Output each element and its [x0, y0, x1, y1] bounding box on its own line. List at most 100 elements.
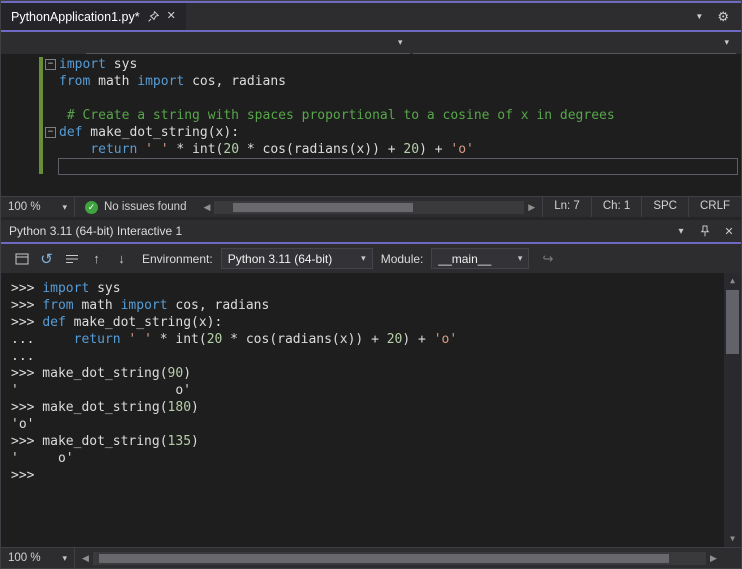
code-line[interactable]: − def make_dot_string(x): — [1, 124, 741, 141]
code-token: return — [90, 142, 138, 157]
status-column-number[interactable]: Ch: 1 — [590, 197, 642, 217]
code-line[interactable]: from math import cos, radians — [1, 73, 741, 90]
code-token: math — [90, 74, 138, 89]
status-line-number[interactable]: Ln: 7 — [542, 197, 591, 217]
interactive-window-title: Python 3.11 (64-bit) Interactive 1 — [9, 224, 183, 238]
code-token: ' ' — [128, 332, 152, 347]
code-line[interactable]: ... — [1, 348, 741, 365]
code-line[interactable]: ' o' — [1, 382, 741, 399]
code-line[interactable]: # Create a string with spaces proportion… — [1, 107, 741, 124]
repl-status-bar: 100 % ▾ ◀ ▶ — [1, 547, 741, 568]
pin-window-icon[interactable] — [693, 220, 717, 242]
scroll-right-icon[interactable]: ▶ — [524, 202, 539, 213]
document-list-chevron-icon[interactable]: ▼ — [695, 11, 703, 22]
interactive-window-icon[interactable] — [9, 247, 34, 271]
status-line-ending[interactable]: CRLF — [687, 197, 741, 217]
code-line[interactable]: >>> def make_dot_string(x): — [1, 314, 741, 331]
close-tab-icon[interactable]: ✕ — [167, 11, 176, 22]
visual-studio-window: PythonApplication1.py* ✕ ▼ ⚙ ▾ ▾ − import… — [0, 0, 742, 569]
code-token: import — [120, 298, 168, 313]
fold-collapse-icon[interactable]: − — [45, 59, 56, 70]
environment-dropdown[interactable]: Python 3.11 (64-bit) ▾ — [220, 248, 373, 269]
status-spaces-mode[interactable]: SPC — [641, 197, 688, 217]
issues-indicator[interactable]: ✓ No issues found — [75, 200, 196, 214]
code-line[interactable]: >>> make_dot_string(90) — [1, 365, 741, 382]
interactive-window-title-bar[interactable]: Python 3.11 (64-bit) Interactive 1 ▾ ✕ — [1, 220, 741, 242]
code-token: math — [73, 298, 121, 313]
repl-horizontal-scrollbar[interactable]: ◀ ▶ — [75, 548, 741, 568]
history-previous-icon[interactable]: ↑ — [84, 247, 109, 271]
module-label: Module: — [380, 251, 424, 266]
editor-zoom-dropdown[interactable]: 100 % ▾ — [1, 197, 75, 217]
code-token: >>> — [11, 281, 43, 296]
code-token: >>> — [11, 298, 43, 313]
code-line[interactable]: return ' ' * int(20 * cos(radians(x)) + … — [1, 141, 741, 158]
code-line[interactable]: >>> make_dot_string(135) — [1, 433, 741, 450]
repl-hscroll-track[interactable] — [93, 551, 706, 565]
code-token: 20 — [386, 332, 403, 347]
scroll-down-icon[interactable]: ▼ — [724, 531, 741, 547]
code-line[interactable]: >>> — [1, 467, 741, 484]
code-token: def — [42, 315, 66, 330]
fold-collapse-icon[interactable]: − — [45, 127, 56, 138]
code-line[interactable]: ... return ' ' * int(20 * cos(radians(x)… — [1, 331, 741, 348]
reset-repl-icon[interactable]: ↺ — [34, 247, 59, 271]
member-dropdown[interactable]: ▾ — [412, 32, 736, 54]
code-line[interactable]: >>> from math import cos, radians — [1, 297, 741, 314]
chevron-down-icon: ▾ — [397, 37, 403, 47]
code-line[interactable] — [1, 90, 741, 107]
repl-vscroll-thumb[interactable] — [726, 290, 739, 354]
code-token: 20 — [403, 142, 420, 157]
code-token: 'o' — [11, 417, 35, 432]
repl-zoom-value: 100 % — [8, 552, 41, 564]
code-editor[interactable]: − import sys from math import cos, radians… — [1, 54, 741, 196]
tab-title: PythonApplication1.py* — [11, 9, 140, 24]
scroll-left-icon[interactable]: ◀ — [199, 202, 214, 213]
code-token: 20 — [206, 332, 223, 347]
code-token: * cos(radians(x)) + — [239, 142, 404, 157]
code-line[interactable]: − import sys — [1, 56, 741, 73]
scroll-right-icon[interactable]: ▶ — [706, 553, 721, 564]
code-token: >>> make_dot_string( — [11, 400, 168, 415]
code-token: from — [42, 298, 74, 313]
code-line[interactable]: >>> import sys — [1, 280, 741, 297]
pin-tab-icon[interactable] — [147, 11, 159, 22]
interactive-repl[interactable]: >>> import sys >>> from math import cos, … — [1, 273, 741, 547]
editor-horizontal-scrollbar[interactable]: ◀ ▶ — [196, 197, 542, 217]
navigation-bar-spacer — [1, 32, 86, 54]
repl-hscroll-thumb[interactable] — [99, 553, 670, 563]
module-dropdown[interactable]: __main__ ▾ — [431, 248, 530, 269]
history-next-icon[interactable]: ↓ — [109, 247, 134, 271]
code-line[interactable]: ' o' — [1, 450, 741, 467]
repl-lines: >>> import sys >>> from math import cos, … — [1, 280, 741, 484]
code-line[interactable]: 'o' — [1, 416, 741, 433]
chevron-down-icon: ▾ — [62, 552, 67, 563]
code-token: 'o' — [433, 332, 458, 347]
code-line[interactable] — [1, 158, 741, 175]
code-token: # Create a string with spaces proportion… — [59, 108, 615, 123]
code-token: sys — [89, 281, 121, 296]
code-token: * int( — [151, 332, 207, 347]
close-window-icon[interactable]: ✕ — [717, 220, 741, 242]
code-token: >>> — [11, 315, 43, 330]
editor-hscroll-thumb[interactable] — [233, 202, 413, 212]
code-line[interactable]: >>> make_dot_string(180) — [1, 399, 741, 416]
tab-pythonapplication1[interactable]: PythonApplication1.py* ✕ — [1, 3, 186, 30]
window-position-chevron-icon[interactable]: ▾ — [669, 220, 693, 242]
code-token: make_dot_string(x): — [82, 125, 240, 140]
project-dropdown[interactable]: ▾ — [86, 32, 410, 54]
code-token: make_dot_string(x): — [65, 315, 223, 330]
scroll-left-icon[interactable]: ◀ — [78, 553, 93, 564]
scroll-up-icon[interactable]: ▲ — [724, 273, 741, 289]
editor-hscroll-track[interactable] — [214, 200, 525, 214]
redo-icon[interactable]: ↪ — [535, 247, 560, 271]
gear-icon[interactable]: ⚙ — [717, 10, 729, 23]
clear-all-icon[interactable] — [59, 247, 84, 271]
code-token: 135 — [167, 434, 192, 449]
code-token: ) — [191, 400, 199, 415]
repl-vertical-scrollbar[interactable]: ▲ ▼ — [724, 273, 741, 547]
code-token: ) — [191, 434, 199, 449]
repl-zoom-dropdown[interactable]: 100 % ▾ — [1, 548, 75, 568]
editor-lines: − import sys from math import cos, radians… — [1, 56, 741, 175]
